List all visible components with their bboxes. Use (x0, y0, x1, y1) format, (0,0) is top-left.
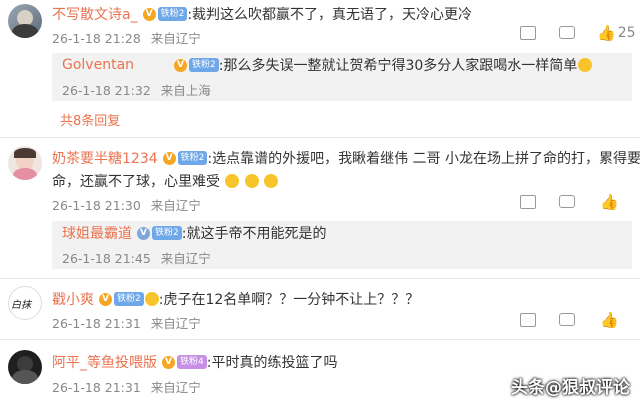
fan-badge: 铁粉2 (152, 226, 182, 240)
vip-icon: V (174, 58, 188, 72)
like-icon[interactable]: 👍 (597, 24, 616, 42)
cry-emoji-icon (225, 174, 240, 188)
vip-icon: V (162, 355, 175, 369)
vip-icon: V (137, 226, 150, 240)
reply-box: 球姐最霸道 V 铁粉2 :就这手帝不用能死是的 26-1-18 21:45 来自… (52, 221, 632, 269)
reply-location: 来自辽宁 (160, 251, 211, 266)
comment-icon[interactable] (559, 313, 575, 326)
vip-icon: V (99, 292, 112, 306)
smile-emoji-icon (144, 292, 159, 306)
comment-icon[interactable] (559, 195, 575, 208)
comment-location: 来自辽宁 (150, 198, 201, 213)
avatar[interactable]: 白抹 (8, 286, 42, 320)
like-icon[interactable]: 👍 (600, 311, 619, 329)
reply-time: 26-1-18 21:32 (62, 83, 151, 98)
comment-time: 26-1-18 21:31 (52, 380, 141, 395)
comment-username[interactable]: 戳小爽 (52, 289, 94, 309)
smile-emoji-icon (578, 58, 593, 72)
fan-badge: 铁粉2 (177, 151, 208, 165)
fan-badge: 铁粉2 (114, 292, 144, 306)
fan-badge: 铁粉2 (157, 7, 188, 21)
reply-username[interactable]: Golventan (62, 57, 134, 73)
reply-username[interactable]: 球姐最霸道 (62, 223, 132, 243)
comment-text-line2: 命，还赢不了球，心里难受 (52, 174, 220, 190)
comment-username[interactable]: 奶茶要半糖1234 (52, 148, 158, 168)
comment-text: :平时真的练投篮了吗 (206, 355, 338, 371)
comment-location: 来自辽宁 (150, 380, 201, 395)
comment-icon[interactable] (559, 26, 575, 39)
expand-replies-link[interactable]: 共8条回复 (60, 110, 120, 129)
share-icon[interactable] (520, 313, 536, 327)
reply-box: Golventan V 铁粉2 :那么多失误一整就让贺希宁得30多分人家跟喝水一… (52, 53, 632, 101)
vip-icon: V (162, 151, 176, 165)
avatar-logo: 白抹 (11, 300, 31, 311)
reply-text: :那么多失误一整就让贺希宁得30多分人家跟喝水一样简单 (218, 58, 578, 74)
avatar[interactable] (8, 350, 42, 384)
fan-badge: 铁粉4 (177, 355, 207, 369)
share-icon[interactable] (520, 195, 536, 209)
vip-icon: V (142, 7, 156, 21)
comment-username[interactable]: 不写散文诗a_ (52, 4, 138, 24)
comment-location: 来自辽宁 (150, 316, 201, 331)
comment-text-line1: :选点靠谱的外援吧，我瞅着继伟 二哥 小龙在场上拼了命的打，累得要 (207, 151, 640, 167)
comment-location: 来自辽宁 (150, 31, 201, 46)
comment-time: 26-1-18 21:28 (52, 31, 141, 46)
divider (0, 278, 640, 279)
share-icon[interactable] (520, 26, 536, 40)
fan-badge: 铁粉2 (189, 58, 219, 72)
comment-text: :裁判这么吹都赢不了，真无语了，天冷心更冷 (187, 7, 473, 23)
reply-location: 来自上海 (160, 83, 211, 98)
like-icon[interactable]: 👍 (600, 193, 619, 211)
avatar[interactable] (8, 146, 42, 180)
reply-time: 26-1-18 21:45 (62, 251, 151, 266)
cry-emoji-icon (244, 174, 259, 188)
avatar[interactable] (8, 4, 42, 38)
watermark: 头条@狠叔评论 (511, 378, 630, 398)
divider (0, 339, 640, 340)
cry-emoji-icon (264, 174, 279, 188)
comment-time: 26-1-18 21:31 (52, 316, 141, 331)
like-count: 25 (617, 25, 636, 41)
divider (0, 137, 640, 138)
comment-username[interactable]: 阿平_等鱼投喂版 (52, 352, 157, 372)
comment-time: 26-1-18 21:30 (52, 198, 141, 213)
reply-text: :就这手帝不用能死是的 (181, 226, 327, 242)
comment-text: :虎子在12名单啊？？一分钟不让上？？？ (158, 292, 420, 308)
